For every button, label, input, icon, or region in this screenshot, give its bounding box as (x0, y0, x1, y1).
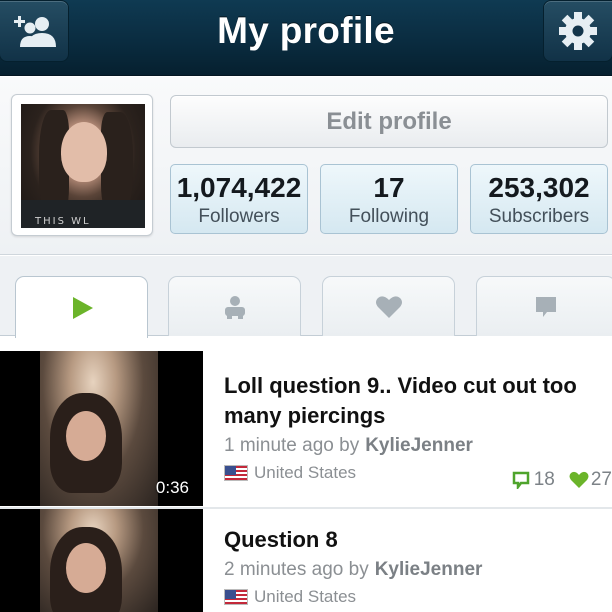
profile-header: THIS WL Edit profile 1,074,422 Followers… (0, 77, 612, 255)
video-title-line-1: Loll question 9.. Video cut out too (224, 373, 577, 398)
page-title: My profile (217, 10, 395, 51)
comment-count: 18 (533, 469, 555, 490)
like-count: 27 (590, 469, 612, 490)
location-label: United States (254, 463, 357, 482)
video-location: United States (224, 587, 356, 607)
tab-bar (0, 256, 612, 338)
video-location: United States (224, 463, 356, 483)
top-bar: My profile (0, 0, 612, 76)
video-time: 1 minute ago by (224, 435, 360, 456)
following-count: 17 (373, 172, 405, 203)
location-label: United States (254, 587, 357, 606)
video-meta: 1 minute ago by KylieJenner (224, 435, 612, 457)
comment-count-icon (512, 471, 529, 489)
video-feed: 0:36 Loll question 9.. Video cut out too… (0, 337, 612, 612)
play-icon (72, 296, 93, 319)
subscribers-label: Subscribers (488, 206, 590, 227)
tab-videos[interactable] (15, 276, 148, 338)
video-title[interactable]: Question 8 (224, 525, 612, 555)
list-item[interactable]: Question 8 2 minutes ago by KylieJenner U… (0, 509, 612, 612)
us-flag-icon (224, 589, 248, 605)
stat-following[interactable]: 17 Following (320, 164, 458, 234)
video-duration: 0:36 (155, 478, 189, 497)
settings-button[interactable] (543, 0, 612, 62)
following-label: Following (348, 206, 430, 227)
avatar-shirt-text: THIS WL (35, 216, 91, 227)
like-count-icon (569, 471, 589, 488)
video-thumbnail[interactable]: 0:36 (0, 351, 203, 506)
avatar[interactable]: THIS WL (11, 94, 153, 236)
edit-profile-button[interactable]: Edit profile (170, 95, 608, 148)
person-icon (224, 295, 245, 319)
tab-comments[interactable] (476, 276, 612, 336)
followers-label: Followers (198, 206, 280, 227)
video-title[interactable]: Loll question 9.. Video cut out too many… (224, 371, 612, 431)
comment-icon (536, 296, 556, 317)
avatar-photo: THIS WL (21, 104, 145, 228)
video-thumbnail[interactable] (0, 509, 203, 612)
video-author[interactable]: KylieJenner (365, 435, 473, 456)
heart-icon (375, 295, 402, 318)
video-counts: 18 27 (512, 469, 612, 491)
followers-count: 1,074,422 (176, 172, 302, 203)
video-time: 2 minutes ago by (224, 559, 369, 580)
tab-people[interactable] (168, 276, 301, 336)
gear-icon (559, 12, 597, 50)
list-item[interactable]: 0:36 Loll question 9.. Video cut out too… (0, 351, 612, 506)
stat-subscribers[interactable]: 253,302 Subscribers (470, 164, 608, 234)
video-title-line-2: many piercings (224, 403, 386, 428)
video-meta: 2 minutes ago by KylieJenner (224, 559, 612, 581)
stat-followers[interactable]: 1,074,422 Followers (170, 164, 308, 234)
tab-likes[interactable] (322, 276, 455, 336)
us-flag-icon (224, 465, 248, 481)
video-author[interactable]: KylieJenner (375, 559, 483, 580)
subscribers-count: 253,302 (488, 172, 590, 203)
